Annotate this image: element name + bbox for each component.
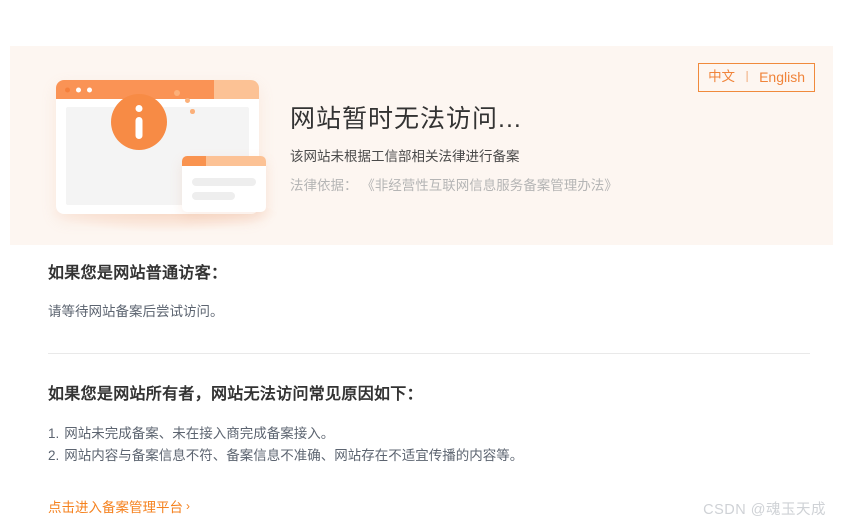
reason-number: 1. — [48, 426, 60, 442]
browser-illustration — [46, 72, 282, 232]
owner-section: 如果您是网站所有者，网站无法访问常见原因如下： 1. 网站未完成备案、未在接入商… — [48, 383, 810, 467]
language-switcher[interactable]: 中文 丨 English — [698, 63, 815, 92]
reason-number: 2. — [48, 448, 60, 464]
card-placeholder-line-1 — [192, 178, 256, 186]
info-icon-dot — [135, 105, 143, 112]
info-circle-icon — [111, 94, 167, 150]
card-tab-segment — [182, 156, 206, 166]
record-management-platform-link[interactable]: 点击进入备案管理平台 › — [48, 496, 190, 516]
window-dot-minimize-icon — [76, 87, 81, 92]
info-icon-stem — [135, 117, 143, 139]
banner-text-block: 网站暂时无法访问... 该网站未根据工信部相关法律进行备案 法律依据： 《非经营… — [290, 104, 618, 196]
card-placeholder-line-2 — [192, 192, 235, 200]
browser-titlebar-graphic — [56, 80, 259, 99]
notice-banner: 中文 丨 English 网站暂时无法访问... 该网站未根据工信部相关法律进行… — [10, 46, 833, 245]
window-control-dots-icon — [65, 87, 92, 92]
language-option-english[interactable]: English — [759, 70, 805, 84]
card-titlebar-graphic — [182, 156, 266, 166]
sparkle-dot-1 — [174, 90, 180, 96]
banner-subtitle: 该网站未根据工信部相关法律进行备案 — [290, 149, 520, 164]
reason-list: 1. 网站未完成备案、未在接入商完成备案接入。 2. 网站内容与备案信息不符、备… — [48, 423, 810, 467]
language-option-chinese[interactable]: 中文 — [708, 70, 735, 84]
watermark: CSDN @魂玉天成 — [703, 502, 826, 518]
sparkle-dot-2 — [185, 98, 190, 103]
owner-section-heading: 如果您是网站所有者，网站无法访问常见原因如下： — [48, 386, 423, 404]
chevron-right-icon: › — [186, 499, 190, 513]
content-area: 如果您是网站普通访客： 请等待网站备案后尝试访问。 如果您是网站所有者，网站无法… — [48, 262, 810, 467]
section-divider — [48, 353, 810, 355]
sparkle-dot-3 — [190, 109, 195, 114]
window-dot-maximize-icon — [87, 87, 92, 92]
card-titlebar-rest — [205, 156, 266, 166]
visitor-section-heading: 如果您是网站普通访客： — [48, 265, 228, 282]
list-item: 1. 网站未完成备案、未在接入商完成备案接入。 — [48, 423, 810, 445]
visitor-section-body: 请等待网站备案后尝试访问。 — [48, 304, 224, 319]
window-dot-close-icon — [65, 87, 70, 92]
small-card-graphic — [182, 156, 266, 212]
record-management-platform-link-label: 点击进入备案管理平台 — [48, 500, 183, 515]
reason-text: 网站未完成备案、未在接入商完成备案接入。 — [64, 426, 335, 442]
language-separator: 丨 — [741, 70, 754, 84]
page-title: 网站暂时无法访问... — [290, 105, 522, 133]
visitor-section: 如果您是网站普通访客： 请等待网站备案后尝试访问。 — [48, 262, 810, 322]
titlebar-right-segment — [214, 80, 259, 99]
list-item: 2. 网站内容与备案信息不符、备案信息不准确、网站存在不适宜传播的内容等。 — [48, 445, 810, 467]
reason-text: 网站内容与备案信息不符、备案信息不准确、网站存在不适宜传播的内容等。 — [64, 448, 524, 464]
banner-legal-basis: 法律依据： 《非经营性互联网信息服务备案管理办法》 — [290, 177, 618, 193]
